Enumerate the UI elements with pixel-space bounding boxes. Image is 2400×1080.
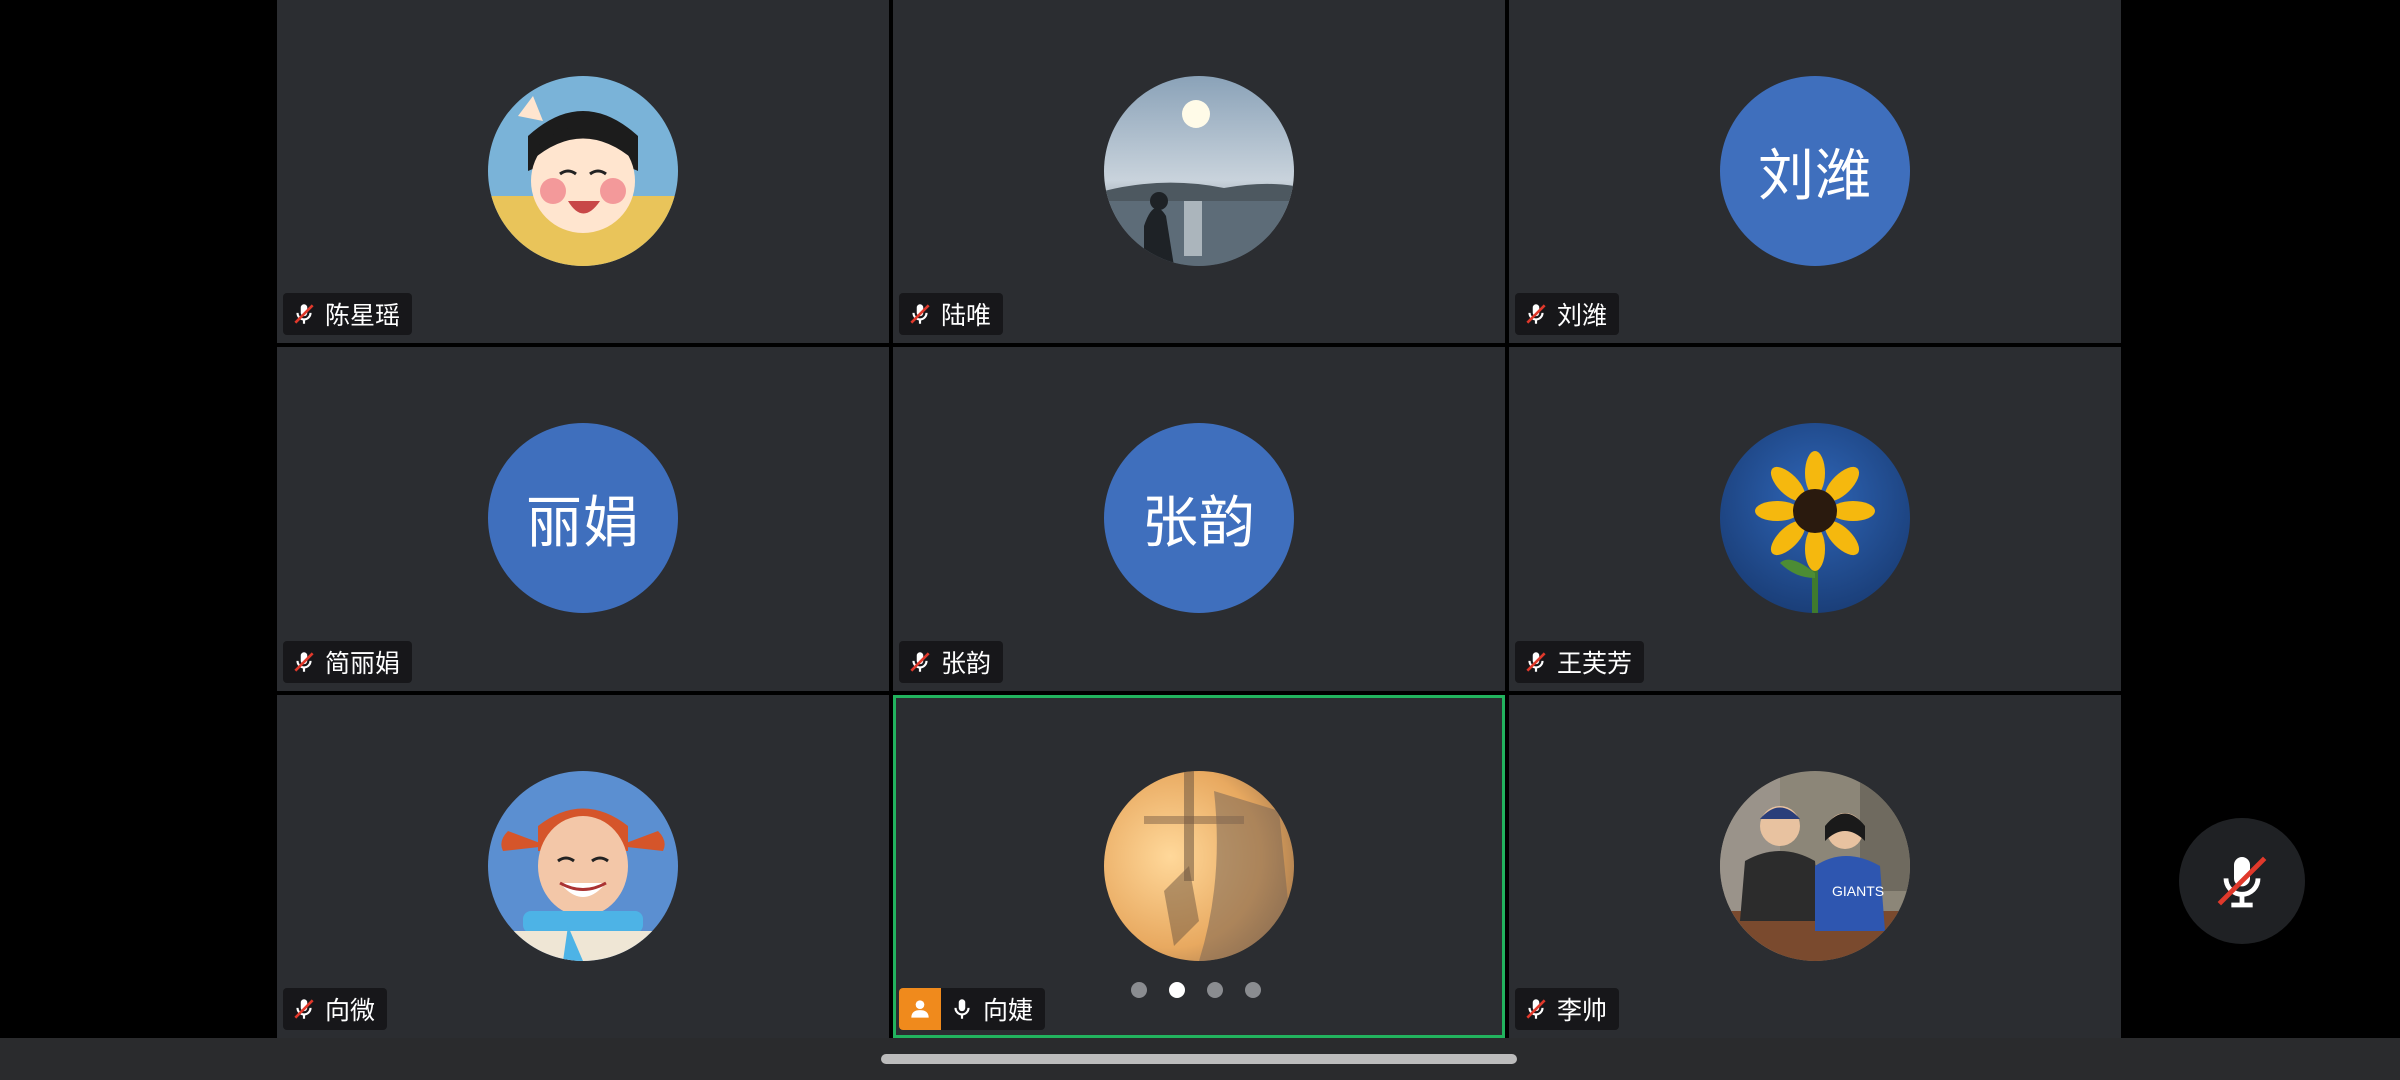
- page-dot-2-active[interactable]: [1169, 982, 1185, 998]
- participant-tile[interactable]: 陈星瑶: [277, 0, 889, 344]
- participant-tile[interactable]: 陆唯: [893, 0, 1505, 344]
- participant-name: 王芙芳: [1557, 648, 1633, 678]
- mic-off-icon: [2217, 856, 2267, 908]
- mic-icon: [954, 999, 970, 1019]
- participant-name: 李帅: [1557, 996, 1608, 1025]
- sunlight-shadow-avatar: [1104, 770, 1294, 961]
- mic-off-icon: [910, 304, 930, 325]
- system-home-bar: [0, 1038, 2400, 1080]
- page-dot-1[interactable]: [1131, 982, 1147, 998]
- participant-name-tag: 简丽娟: [283, 640, 413, 683]
- mute-button[interactable]: [2179, 818, 2305, 944]
- participant-name: 向婕: [983, 996, 1034, 1025]
- mic-off-icon: [294, 304, 314, 325]
- sunset-lake-avatar: [1104, 76, 1294, 266]
- initials-avatar: 丽娟: [488, 423, 678, 614]
- red-braids-girl-avatar: [488, 770, 678, 961]
- participant-name-tag: 陆唯: [899, 293, 1004, 336]
- participant-name-tag: 向微: [283, 988, 388, 1030]
- mic-off-icon: [1526, 651, 1546, 672]
- home-indicator[interactable]: [881, 1054, 1517, 1064]
- meeting-screen: 陈星瑶 陆唯 刘潍 刘潍 丽娟 简丽娟 张韵 张韵 王芙芳 向微 向婕 GIAN…: [0, 0, 2400, 1080]
- sunflower-avatar: [1720, 423, 1910, 614]
- avatar-initials: 刘潍: [1758, 143, 1872, 209]
- page-indicator[interactable]: [1131, 982, 1261, 998]
- participant-name-tag: 陈星瑶: [283, 293, 413, 336]
- mic-off-icon: [1526, 999, 1546, 1019]
- participant-name: 陈星瑶: [325, 301, 401, 331]
- participant-name: 刘潍: [1557, 301, 1608, 331]
- participant-tile[interactable]: 张韵 张韵: [893, 347, 1505, 691]
- participant-tile[interactable]: GIANTS 李帅: [1509, 694, 2121, 1038]
- participant-name-tag: 向婕: [899, 988, 1046, 1030]
- participant-name: 陆唯: [941, 301, 992, 331]
- page-dot-4[interactable]: [1245, 982, 1261, 998]
- host-badge: [899, 988, 941, 1030]
- participant-name-tag: 张韵: [899, 640, 1004, 683]
- page-dot-3[interactable]: [1207, 982, 1223, 998]
- participant-tile[interactable]: 丽娟 简丽娟: [277, 347, 889, 691]
- mic-off-icon: [1526, 304, 1546, 325]
- participant-name: 张韵: [941, 648, 992, 678]
- initials-avatar: 张韵: [1104, 423, 1294, 614]
- participant-tile[interactable]: 向微: [277, 694, 889, 1038]
- participant-grid: 陈星瑶 陆唯 刘潍 刘潍 丽娟 简丽娟 张韵 张韵 王芙芳 向微 向婕 GIAN…: [276, 0, 2122, 1038]
- participant-name-tag: 刘潍: [1515, 293, 1620, 336]
- two-friends-photo-avatar: GIANTS: [1720, 770, 1910, 961]
- participant-tile[interactable]: 刘潍 刘潍: [1509, 0, 2121, 344]
- svg-text:GIANTS: GIANTS: [1832, 883, 1884, 899]
- participant-tile[interactable]: 王芙芳: [1509, 347, 2121, 691]
- initials-avatar: 刘潍: [1720, 76, 1910, 266]
- avatar-initials: 张韵: [1142, 490, 1256, 556]
- participant-name-tag: 李帅: [1515, 988, 1620, 1030]
- participant-name: 向微: [325, 996, 376, 1025]
- participant-name-tag: 王芙芳: [1515, 640, 1645, 683]
- cartoon-girl-avatar: [488, 76, 678, 266]
- mic-off-icon: [910, 651, 930, 672]
- avatar-initials: 丽娟: [526, 490, 640, 556]
- mic-off-icon: [294, 651, 314, 672]
- participant-name: 简丽娟: [325, 648, 401, 678]
- person-icon: [911, 1000, 929, 1018]
- mic-off-icon: [294, 999, 314, 1019]
